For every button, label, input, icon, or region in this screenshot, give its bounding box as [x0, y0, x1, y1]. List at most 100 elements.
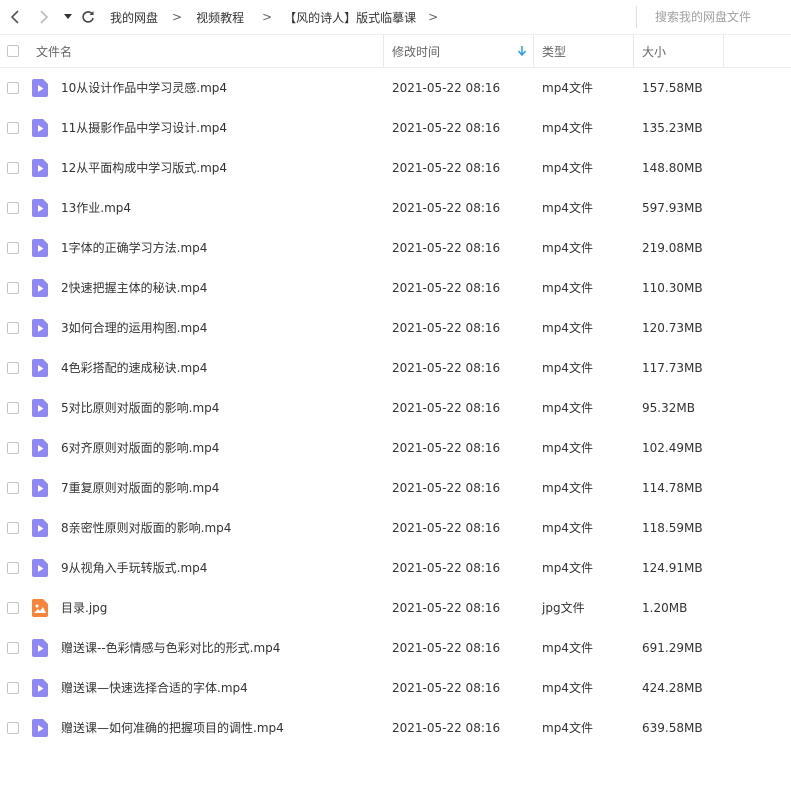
file-name[interactable]: 赠送课--色彩情感与色彩对比的形式.mp4: [61, 628, 280, 668]
file-name[interactable]: 1字体的正确学习方法.mp4: [61, 228, 207, 268]
file-row[interactable]: 10从设计作品中学习灵感.mp4 2021-05-22 08:16 mp4文件 157…: [0, 68, 791, 108]
file-row[interactable]: 5对比原则对版面的影响.mp4 2021-05-22 08:16 mp4文件 95.3…: [0, 388, 791, 428]
file-name[interactable]: 9从视角入手玩转版式.mp4: [61, 548, 207, 588]
file-size: 114.78MB: [642, 481, 703, 495]
row-checkbox[interactable]: [7, 642, 19, 654]
row-checkbox[interactable]: [7, 402, 19, 414]
row-checkbox[interactable]: [7, 482, 19, 494]
file-row[interactable]: 13作业.mp4 2021-05-22 08:16 mp4文件 597.93MB: [0, 188, 791, 228]
file-row[interactable]: 8亲密性原则对版面的影响.mp4 2021-05-22 08:16 mp4文件 118…: [0, 508, 791, 548]
file-row[interactable]: 赠送课—如何准确的把握项目的调性.mp4 2021-05-22 08:16 mp4文…: [0, 708, 791, 748]
file-row[interactable]: 1字体的正确学习方法.mp4 2021-05-22 08:16 mp4文件 219.0…: [0, 228, 791, 268]
file-name[interactable]: 赠送课—如何准确的把握项目的调性.mp4: [61, 708, 284, 748]
file-name[interactable]: 2快速把握主体的秘诀.mp4: [61, 268, 207, 308]
file-modified-time: 2021-05-22 08:16: [392, 521, 501, 535]
breadcrumb-item-my-netdisk[interactable]: 我的网盘: [110, 9, 158, 26]
column-header-name[interactable]: 文件名: [36, 35, 72, 67]
video-file-icon: [32, 199, 48, 217]
file-row[interactable]: 赠送课—快速选择合适的字体.mp4 2021-05-22 08:16 mp4文件 42…: [0, 668, 791, 708]
video-file-icon: [32, 359, 48, 377]
row-checkbox[interactable]: [7, 562, 19, 574]
forward-button[interactable]: [34, 7, 54, 27]
file-size: 157.58MB: [642, 81, 703, 95]
file-modified-time: 2021-05-22 08:16: [392, 601, 501, 615]
column-header-type[interactable]: 类型: [542, 35, 566, 67]
row-checkbox[interactable]: [7, 82, 19, 94]
row-checkbox[interactable]: [7, 162, 19, 174]
column-divider[interactable]: [533, 35, 534, 67]
row-checkbox[interactable]: [7, 362, 19, 374]
row-checkbox[interactable]: [7, 122, 19, 134]
history-dropdown-button[interactable]: [58, 7, 78, 27]
breadcrumb-item-video-tutorials[interactable]: 视频教程: [196, 9, 244, 26]
file-modified-time: 2021-05-22 08:16: [392, 641, 501, 655]
row-checkbox[interactable]: [7, 442, 19, 454]
file-type: mp4文件: [542, 721, 593, 735]
row-checkbox[interactable]: [7, 242, 19, 254]
image-file-icon: [32, 599, 48, 617]
row-checkbox[interactable]: [7, 682, 19, 694]
file-name[interactable]: 7重复原则对版面的影响.mp4: [61, 468, 219, 508]
breadcrumb-separator: >: [172, 10, 183, 24]
file-name[interactable]: 目录.jpg: [61, 588, 107, 628]
file-name[interactable]: 8亲密性原则对版面的影响.mp4: [61, 508, 231, 548]
video-file-icon: [32, 639, 48, 657]
file-name[interactable]: 10从设计作品中学习灵感.mp4: [61, 68, 227, 108]
file-name[interactable]: 12从平面构成中学习版式.mp4: [61, 148, 227, 188]
file-row[interactable]: 12从平面构成中学习版式.mp4 2021-05-22 08:16 mp4文件 148…: [0, 148, 791, 188]
file-size: 148.80MB: [642, 161, 703, 175]
back-button[interactable]: [5, 7, 25, 27]
file-row[interactable]: 赠送课--色彩情感与色彩对比的形式.mp4 2021-05-22 08:16 mp4…: [0, 628, 791, 668]
file-size: 424.28MB: [642, 681, 703, 695]
column-header-modified[interactable]: 修改时间: [392, 35, 532, 67]
file-name[interactable]: 11从摄影作品中学习设计.mp4: [61, 108, 227, 148]
file-row[interactable]: 6对齐原则对版面的影响.mp4 2021-05-22 08:16 mp4文件 102.…: [0, 428, 791, 468]
column-divider[interactable]: [723, 35, 724, 67]
row-checkbox[interactable]: [7, 282, 19, 294]
file-row[interactable]: 2快速把握主体的秘诀.mp4 2021-05-22 08:16 mp4文件 110.3…: [0, 268, 791, 308]
file-modified-time: 2021-05-22 08:16: [392, 721, 501, 735]
file-modified-time: 2021-05-22 08:16: [392, 681, 501, 695]
column-divider[interactable]: [383, 35, 384, 67]
video-file-icon: [32, 159, 48, 177]
row-checkbox[interactable]: [7, 522, 19, 534]
file-type: mp4文件: [542, 521, 593, 535]
file-size: 219.08MB: [642, 241, 703, 255]
file-name[interactable]: 6对齐原则对版面的影响.mp4: [61, 428, 219, 468]
column-divider[interactable]: [633, 35, 634, 67]
video-file-icon: [32, 319, 48, 337]
column-header-row: 文件名 修改时间 类型 大小: [0, 34, 791, 68]
video-file-icon: [32, 519, 48, 537]
file-name[interactable]: 3如何合理的运用构图.mp4: [61, 308, 207, 348]
file-modified-time: 2021-05-22 08:16: [392, 441, 501, 455]
file-size: 124.91MB: [642, 561, 703, 575]
chevron-right-icon: [40, 10, 49, 24]
file-row[interactable]: 4色彩搭配的速成秘诀.mp4 2021-05-22 08:16 mp4文件 117.7…: [0, 348, 791, 388]
file-name[interactable]: 4色彩搭配的速成秘诀.mp4: [61, 348, 207, 388]
column-header-size[interactable]: 大小: [642, 35, 666, 67]
file-row[interactable]: 9从视角入手玩转版式.mp4 2021-05-22 08:16 mp4文件 124.9…: [0, 548, 791, 588]
file-row[interactable]: 7重复原则对版面的影响.mp4 2021-05-22 08:16 mp4文件 114.…: [0, 468, 791, 508]
file-modified-time: 2021-05-22 08:16: [392, 81, 501, 95]
file-row[interactable]: 11从摄影作品中学习设计.mp4 2021-05-22 08:16 mp4文件 135…: [0, 108, 791, 148]
file-name[interactable]: 13作业.mp4: [61, 188, 131, 228]
file-type: jpg文件: [542, 601, 585, 615]
select-all-checkbox[interactable]: [7, 45, 19, 57]
file-size: 691.29MB: [642, 641, 703, 655]
breadcrumb-item-current-folder[interactable]: 【风的诗人】版式临摹课: [284, 9, 416, 26]
file-type: mp4文件: [542, 361, 593, 375]
row-checkbox[interactable]: [7, 322, 19, 334]
file-row[interactable]: 3如何合理的运用构图.mp4 2021-05-22 08:16 mp4文件 120.7…: [0, 308, 791, 348]
row-checkbox[interactable]: [7, 722, 19, 734]
row-checkbox[interactable]: [7, 602, 19, 614]
row-checkbox[interactable]: [7, 202, 19, 214]
file-modified-time: 2021-05-22 08:16: [392, 281, 501, 295]
caret-down-icon: [64, 14, 72, 19]
file-name[interactable]: 赠送课—快速选择合适的字体.mp4: [61, 668, 248, 708]
refresh-button[interactable]: [78, 7, 98, 27]
file-name[interactable]: 5对比原则对版面的影响.mp4: [61, 388, 219, 428]
video-file-icon: [32, 719, 48, 737]
search-input[interactable]: [653, 9, 791, 25]
file-modified-time: 2021-05-22 08:16: [392, 321, 501, 335]
file-row[interactable]: 目录.jpg 2021-05-22 08:16 jpg文件 1.20MB: [0, 588, 791, 628]
